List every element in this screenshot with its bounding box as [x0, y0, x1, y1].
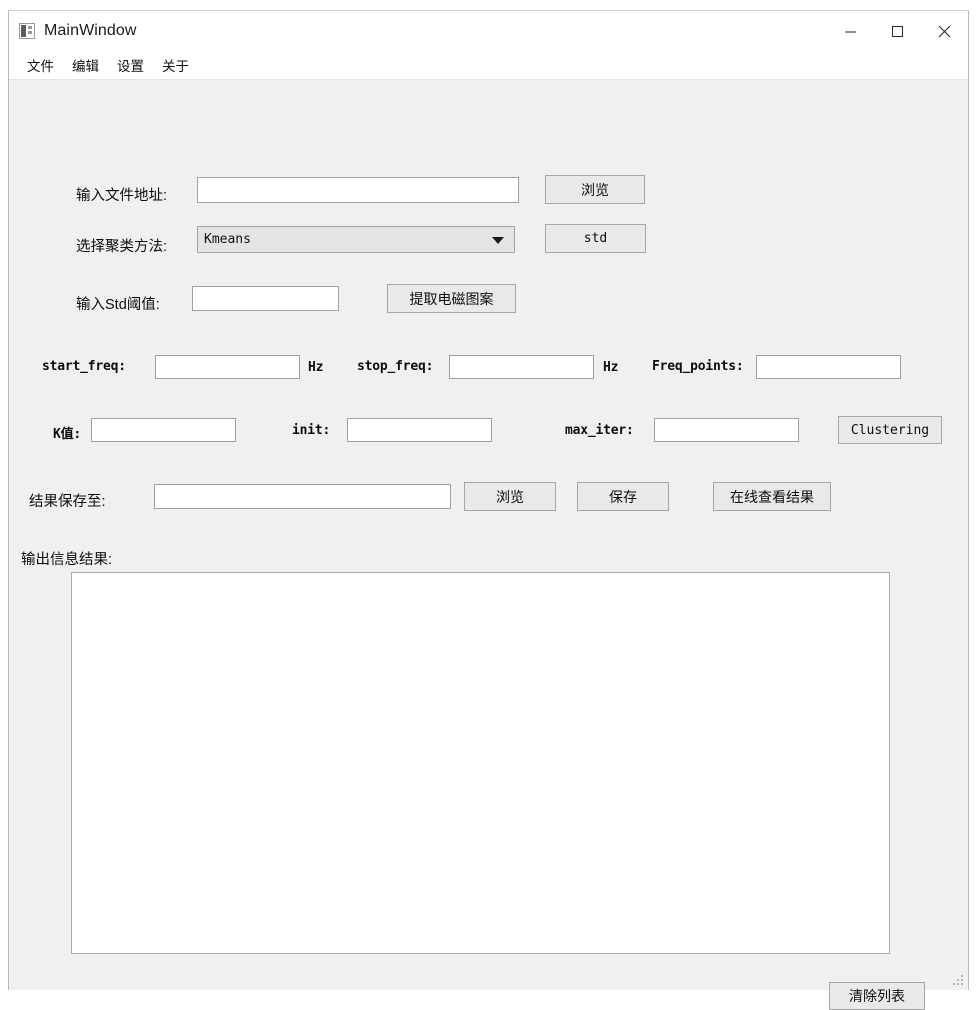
std-button[interactable]: std: [545, 224, 646, 253]
max-iter-input[interactable]: [654, 418, 799, 442]
menu-bar: 文件 编辑 设置 关于: [9, 51, 968, 80]
extract-pattern-button[interactable]: 提取电磁图案: [387, 284, 516, 313]
start-freq-input[interactable]: [155, 355, 300, 379]
window-title: MainWindow: [44, 22, 137, 39]
maximize-icon[interactable]: [874, 11, 921, 51]
std-threshold-input[interactable]: [192, 286, 339, 311]
stop-freq-input[interactable]: [449, 355, 594, 379]
resize-grip-icon[interactable]: [952, 975, 965, 988]
menu-item-file[interactable]: 文件: [18, 53, 63, 78]
init-input[interactable]: [347, 418, 492, 442]
save-button[interactable]: 保存: [577, 482, 669, 511]
k-value-label: K值:: [53, 427, 82, 442]
client-area: 输入文件地址: 浏览 选择聚类方法: Kmeans std 输入Std阈值: 提…: [9, 80, 968, 1010]
k-value-input[interactable]: [91, 418, 236, 442]
save-path-input[interactable]: [154, 484, 451, 509]
stop-freq-label: stop_freq:: [357, 359, 434, 374]
cluster-method-value: Kmeans: [204, 232, 251, 247]
close-icon[interactable]: [921, 11, 968, 51]
app-icon: [19, 23, 35, 39]
main-window: MainWindow 文件 编辑 设置 关于 输入文件地址: 浏览 选择聚类方法…: [8, 10, 969, 1010]
chevron-down-icon: [492, 236, 504, 244]
minimize-icon[interactable]: [827, 11, 874, 51]
save-path-browse-button[interactable]: 浏览: [464, 482, 556, 511]
init-label: init:: [292, 423, 331, 438]
file-path-input[interactable]: [197, 177, 519, 203]
max-iter-label: max_iter:: [565, 423, 634, 438]
start-freq-unit: Hz: [308, 360, 324, 375]
menu-item-about[interactable]: 关于: [153, 53, 198, 78]
save-path-label: 结果保存至:: [29, 494, 106, 510]
cluster-method-label: 选择聚类方法:: [76, 239, 168, 255]
freq-points-input[interactable]: [756, 355, 901, 379]
clustering-button[interactable]: Clustering: [838, 416, 942, 444]
window-controls: [827, 11, 968, 51]
output-label: 输出信息结果:: [21, 552, 113, 568]
output-content: [72, 573, 889, 581]
cluster-method-select[interactable]: Kmeans: [197, 226, 515, 253]
clear-list-button[interactable]: 清除列表: [829, 982, 925, 1010]
std-threshold-label: 输入Std阈值:: [76, 297, 160, 313]
menu-item-settings[interactable]: 设置: [108, 53, 153, 78]
freq-points-label: Freq_points:: [652, 359, 744, 374]
menu-item-edit[interactable]: 编辑: [63, 53, 108, 78]
start-freq-label: start_freq:: [42, 359, 126, 374]
file-path-label: 输入文件地址:: [76, 188, 168, 204]
output-text-area[interactable]: [71, 572, 890, 954]
stop-freq-unit: Hz: [603, 360, 619, 375]
online-view-results-button[interactable]: 在线查看结果: [713, 482, 831, 511]
file-path-browse-button[interactable]: 浏览: [545, 175, 645, 204]
title-bar: MainWindow: [9, 11, 968, 51]
